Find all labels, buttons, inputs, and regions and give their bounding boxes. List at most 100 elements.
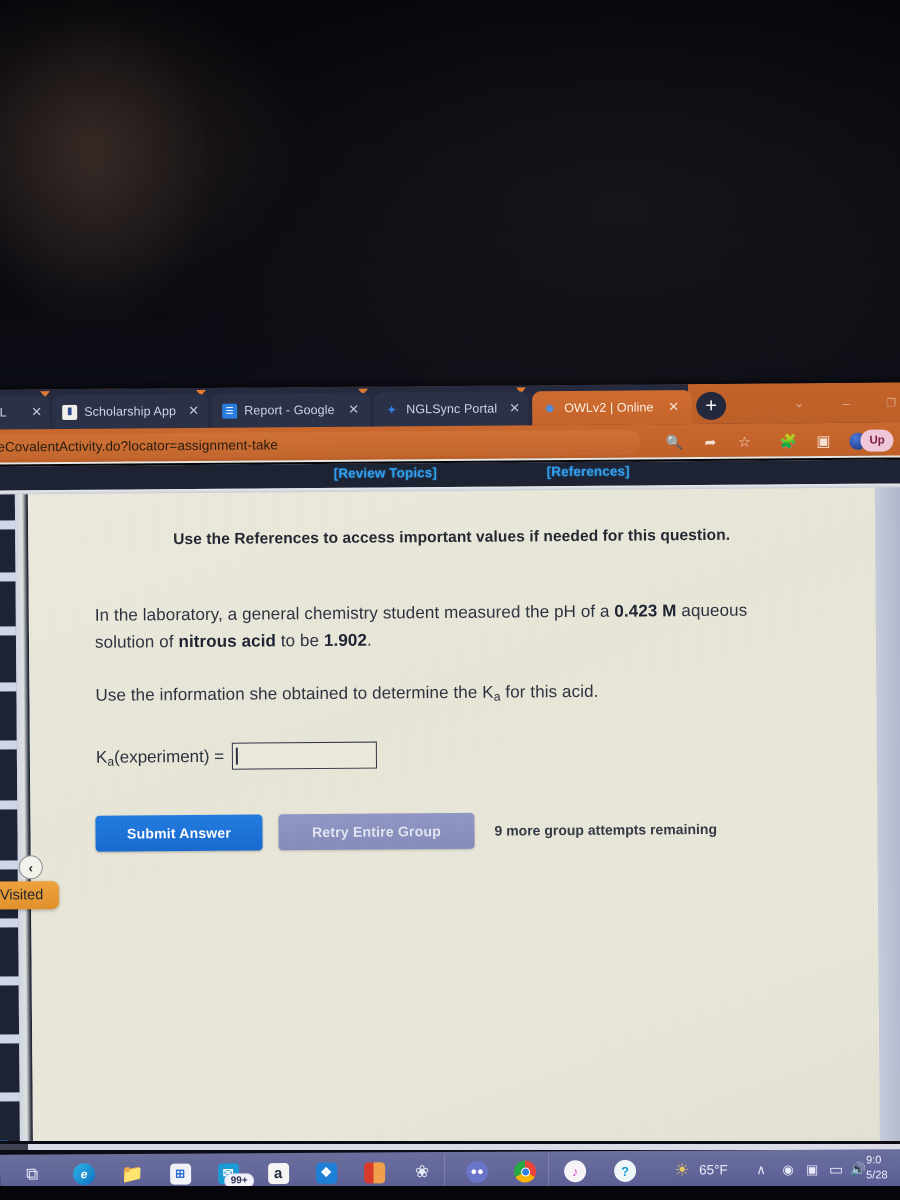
answer-label-suffix: (experiment) = [113,746,225,767]
rail-separator [0,1092,20,1102]
rail-separator [0,740,17,750]
rail-separator [0,918,19,928]
rail-separator [0,572,16,582]
maximize-button[interactable]: ❐ [878,390,900,414]
owl-page: [Review Topics] [References] Use the Ref… [0,459,900,1180]
question-line1-part-a: In the laboratory, a general chemistry s… [94,601,615,625]
browser-tab-owlv2-active[interactable]: ✹ OWLv2 | Online ✕ [532,390,693,426]
ka-subscript: a [493,690,501,705]
show-hidden-icons-chevron-up-icon[interactable]: ∧ [752,1161,770,1179]
question-molarity: 0.423 M [614,601,677,621]
tab-search-chevron-down-icon[interactable]: ⌄ [786,391,812,415]
browser-tab-3-close-icon[interactable]: ✕ [508,400,521,415]
weather-temperature[interactable]: 65°F [699,1162,728,1177]
battery-icon[interactable]: ▭ [827,1161,845,1179]
rail-separator [0,682,17,692]
question-text: In the laboratory, a general chemistry s… [95,596,796,710]
new-tab-button[interactable]: + [696,391,727,421]
weather-icon: ☀ [674,1160,690,1180]
volume-icon[interactable]: 🔊 [849,1160,867,1178]
rail-separator [0,626,16,636]
answer-label-subscript: a [107,754,115,769]
amazon-icon[interactable]: a [264,1159,292,1187]
retry-entire-group-button[interactable]: Retry Entire Group [278,812,475,851]
browser-tab-0[interactable]: ☐ O L ✕ [0,395,51,430]
nglsync-icon: ✦ [386,401,398,417]
browser-tab-0-close-icon[interactable]: ✕ [30,404,43,419]
bookmark-star-icon[interactable]: ☆ [734,432,754,452]
question-line1-part-d: . [366,630,372,650]
browser-tab-report-google[interactable]: ☰ Report - Google ✕ [212,392,371,428]
answer-label: Ka(experiment) = [96,746,225,769]
taskbar-group-divider [548,1153,550,1190]
question-ph-value: 1.902 [323,630,368,650]
minimize-button[interactable]: – [833,391,859,415]
browser-tab-scholarship-app[interactable]: ▮ Scholarship App ✕ [52,393,209,430]
browser-toolbar: keCovalentActivity.do?locator=assignment… [0,422,900,465]
file-explorer-icon[interactable]: 📁 [118,1160,146,1188]
browser-tab-4-label: OWLv2 | Online [564,400,654,416]
steam-icon[interactable]: ❀ [408,1158,436,1186]
question-line1: In the laboratory, a general chemistry s… [95,601,748,652]
visited-tooltip-chip: Visited [0,881,60,910]
browser-tab-1-close-icon[interactable]: ✕ [187,403,200,418]
question-panel: Use the References to access important v… [27,487,881,1180]
clock-time: 9:0 [866,1154,882,1167]
browser-tab-nglsync-portal[interactable]: ✦ NGLSync Portal ✕ [374,391,529,427]
chrome-icon[interactable] [511,1157,539,1185]
question-line2: Use the information she obtained to dete… [95,676,795,710]
address-bar[interactable]: keCovalentActivity.do?locator=assignment… [0,429,641,460]
microsoft-store-icon[interactable]: ⊞ [166,1160,194,1188]
monitor-photo: ☐ O L ✕ ▮ Scholarship App ✕ ☰ Report - G… [0,0,900,1200]
text-cursor [236,747,238,765]
split-screen-icon[interactable]: ▣ [813,431,833,451]
task-view-icon[interactable]: ⧉ [18,1160,46,1188]
document-icon: ▮ [62,404,78,420]
attempts-remaining-text: 9 more group attempts remaining [494,820,718,839]
page-right-gutter [874,487,900,1173]
zoom-icon[interactable]: 🔍 [664,432,684,452]
browser-window: ☐ O L ✕ ▮ Scholarship App ✕ ☰ Report - G… [0,382,900,1180]
dropbox-icon[interactable]: ❖ [312,1159,340,1187]
google-docs-icon: ☰ [222,403,238,419]
browser-tab-2-close-icon[interactable]: ✕ [347,402,360,417]
review-topics-link[interactable]: [Review Topics] [334,465,437,481]
taskbar-group-divider [444,1154,446,1191]
office-icon[interactable] [360,1158,388,1186]
submit-answer-button[interactable]: Submit Answer [95,814,263,852]
browser-tab-4-close-icon[interactable]: ✕ [667,399,680,414]
horizontal-scrollbar-thumb[interactable] [0,1144,28,1150]
answer-row: Ka(experiment) = [96,741,378,771]
question-line2-part-a: Use the information she obtained to dete… [95,682,494,705]
question-line2-part-b: for this acid. [500,681,599,702]
references-link[interactable]: [References] [547,464,630,480]
taskbar-clock[interactable]: 9:0 5/28 [866,1153,888,1183]
dark-background-region [0,0,900,392]
reference-note: Use the References to access important v… [173,526,731,549]
itunes-icon[interactable]: ♪ [561,1157,589,1185]
monitor-bezel-bottom [0,1186,900,1200]
update-button[interactable]: Up [860,429,894,452]
rail-separator [0,520,16,530]
browser-tab-3-label: NGLSync Portal [406,401,498,417]
question-line1-part-c: to be [275,630,325,651]
action-button-row: Submit Answer Retry Entire Group 9 more … [95,811,717,852]
screen-capture-icon[interactable]: ◉ [779,1161,797,1179]
browser-tab-2-label: Report - Google [244,402,335,418]
share-icon[interactable]: ➦ [700,432,720,452]
discord-icon[interactable]: ●● [463,1158,491,1186]
rail-separator [0,1034,20,1044]
address-bar-text: keCovalentActivity.do?locator=assignment… [0,437,279,455]
extensions-puzzle-icon[interactable]: 🧩 [778,431,798,451]
owlv2-molecule-icon: ✹ [544,400,556,416]
rail-separator [0,800,18,810]
sidebar-collapse-chevron-left-icon[interactable]: ‹ [18,855,43,880]
clock-date: 5/28 [866,1169,888,1182]
help-app-icon[interactable]: ? [611,1157,639,1185]
edge-browser-icon[interactable]: e [70,1160,98,1188]
ka-answer-input[interactable] [232,741,378,770]
browser-tab-0-label: O L [0,405,7,420]
notification-app-icon[interactable]: ▣ [803,1161,821,1179]
question-acid-name: nitrous acid [178,631,277,652]
rail-separator [0,860,18,870]
